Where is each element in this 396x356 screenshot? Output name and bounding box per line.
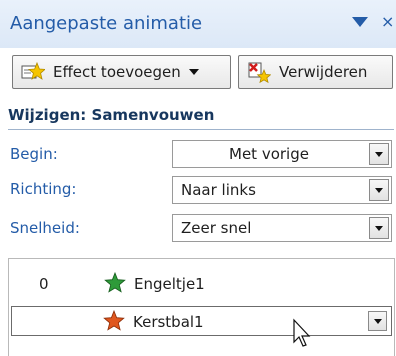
animation-list-item[interactable]: 0 Engeltje1: [9, 269, 394, 299]
mouse-pointer-icon: [292, 318, 312, 348]
chevron-down-icon: [188, 69, 199, 75]
speed-value: Zeer snel: [181, 219, 252, 237]
direction-label: Richting:: [10, 180, 77, 198]
speed-dropdown-arrow-icon[interactable]: [369, 217, 389, 239]
animation-item-dropdown-arrow-icon[interactable]: [368, 311, 387, 331]
remove-effect-icon: [247, 60, 272, 84]
add-effect-button[interactable]: Effect toevoegen: [12, 55, 231, 89]
modify-section-title: Wijzigen: Samenvouwen: [8, 106, 215, 124]
section-divider: [8, 129, 394, 130]
speed-select[interactable]: Zeer snel: [172, 214, 392, 242]
close-icon[interactable]: ×: [381, 12, 394, 31]
pane-title-bar: Aangepaste animatie ×: [0, 0, 396, 48]
add-effect-star-icon: [21, 60, 46, 84]
entrance-effect-star-icon: [104, 271, 126, 294]
speed-label: Snelheid:: [10, 219, 80, 237]
animation-name: Engeltje1: [134, 275, 205, 293]
begin-select[interactable]: Met vorige: [172, 140, 392, 168]
direction-value: Naar links: [181, 181, 256, 199]
exit-effect-star-icon: [103, 309, 125, 332]
add-effect-label: Effect toevoegen: [53, 63, 181, 81]
begin-label: Begin:: [10, 145, 58, 163]
direction-dropdown-arrow-icon[interactable]: [369, 179, 389, 201]
begin-dropdown-arrow-icon[interactable]: [369, 143, 389, 165]
animation-list-item-selected[interactable]: Kerstbal1: [11, 306, 392, 336]
custom-animation-pane: Aangepaste animatie × Effect toevoegen V…: [0, 0, 396, 356]
animation-list: 0 Engeltje1 Kerstbal1: [8, 258, 395, 356]
remove-label: Verwijderen: [279, 63, 368, 81]
direction-select[interactable]: Naar links: [172, 176, 392, 204]
animation-order: 0: [39, 275, 49, 293]
begin-value: Met vorige: [229, 145, 309, 163]
remove-button[interactable]: Verwijderen: [238, 55, 393, 89]
pane-title: Aangepaste animatie: [10, 13, 203, 34]
pane-menu-arrow-icon[interactable]: [352, 17, 368, 27]
animation-name: Kerstbal1: [133, 313, 204, 331]
